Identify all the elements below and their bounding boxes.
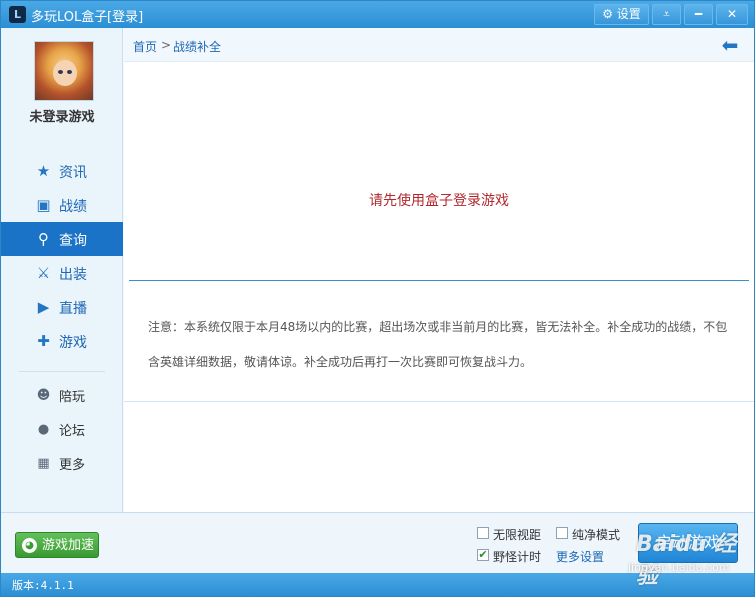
sidebar-item-companion[interactable]: ☻ 陪玩 xyxy=(1,378,123,412)
close-button[interactable]: ✕ xyxy=(716,4,748,25)
settings-label: 设置 xyxy=(616,7,641,21)
avatar-eye xyxy=(58,70,63,74)
app-window: L 多玩LOL盒子 [登录] ⚙ 设置 ⩡ ━ ✕ 未登录游戏 ★ 资讯 ▣ 战… xyxy=(0,0,755,597)
main-panel: 首页 > 战绩补全 ⬅ 请先使用盒子登录游戏 注意：本系统仅限于本月48场以内的… xyxy=(124,28,754,512)
sidebar-item-more[interactable]: ▦ 更多 xyxy=(1,446,123,480)
minimize-icon: ━ xyxy=(694,7,703,21)
sidebar-item-news[interactable]: ★ 资讯 xyxy=(1,154,123,188)
login-prompt: 请先使用盒子登录游戏 xyxy=(369,193,509,209)
sidebar-item-label: 资讯 xyxy=(59,165,87,181)
back-arrow-icon[interactable]: ⬅ xyxy=(720,35,740,55)
breadcrumb: 首页 > 战绩补全 ⬅ xyxy=(124,28,754,62)
breadcrumb-home-link[interactable]: 首页 xyxy=(133,38,157,55)
star-icon: ★ xyxy=(36,162,51,180)
users-icon: ☻ xyxy=(36,388,51,403)
sidebar-item-forum[interactable]: ● 论坛 xyxy=(1,412,123,446)
equipment-icon: ⚔ xyxy=(36,264,51,282)
app-logo-icon: L xyxy=(9,6,26,23)
checkbox-label: 纯净模式 xyxy=(572,528,621,542)
sidebar-item-label: 更多 xyxy=(59,458,86,473)
dropdown-menu-button[interactable]: ⩡ xyxy=(652,4,681,25)
gear-icon: ⚙ xyxy=(602,7,613,21)
bottom-toolbar: ◕ 游戏加速 无限视距 纯净模式 ✔ 野怪计时 更多设置 启动游戏 xyxy=(1,512,754,573)
checkbox-label: 野怪计时 xyxy=(493,550,542,564)
content-divider xyxy=(124,401,754,402)
play-icon: ▶ xyxy=(37,298,50,316)
breadcrumb-current: 战绩补全 xyxy=(173,40,222,54)
search-icon: ⚲ xyxy=(38,230,49,248)
sidebar-item-equipment[interactable]: ⚔ 出装 xyxy=(1,256,123,290)
login-link[interactable]: [登录] xyxy=(107,6,143,25)
sidebar-divider xyxy=(19,371,105,372)
notice-text-line-2: 含英雄详细数据，敬请体谅。补全成功后再打一次比赛即可恢复战斗力。 xyxy=(148,355,533,369)
username-label: 未登录游戏 xyxy=(29,110,95,125)
unlimited-view-checkbox[interactable]: 无限视距 xyxy=(477,526,547,542)
start-game-button[interactable]: 启动游戏 xyxy=(638,523,738,563)
sidebar-item-label: 战绩 xyxy=(59,199,87,215)
content-divider xyxy=(129,280,749,281)
breadcrumb-separator: > xyxy=(161,38,172,52)
sidebar-item-search[interactable]: ⚲ 查询 xyxy=(1,222,123,256)
sidebar-item-live[interactable]: ▶ 直播 xyxy=(1,290,123,324)
record-icon: ▣ xyxy=(36,196,51,214)
jungle-timer-checkbox[interactable]: ✔ 野怪计时 xyxy=(477,548,547,564)
checkbox-box-checked[interactable]: ✔ xyxy=(477,549,489,561)
app-title: 多玩LOL盒子 xyxy=(31,10,108,25)
avatar-eye xyxy=(67,70,72,74)
version-label: 版本:4.1.1 xyxy=(12,579,74,592)
checkbox-label: 无限视距 xyxy=(493,528,542,542)
checkbox-box[interactable] xyxy=(556,527,568,539)
minimize-button[interactable]: ━ xyxy=(684,4,713,25)
avatar[interactable] xyxy=(34,41,94,101)
grid-icon: ▦ xyxy=(37,456,50,471)
checkbox-box[interactable] xyxy=(477,527,489,539)
sidebar-item-label: 陪玩 xyxy=(59,390,86,405)
dropdown-menu-icon: ⩡ xyxy=(663,7,670,21)
clean-mode-checkbox[interactable]: 纯净模式 xyxy=(556,526,626,542)
chat-bubble-icon: ● xyxy=(37,422,50,437)
game-accelerate-label: 游戏加速 xyxy=(42,538,95,553)
gamepad-icon: ✚ xyxy=(37,332,50,350)
avatar-face xyxy=(53,60,77,86)
accelerate-icon: ◕ xyxy=(22,538,37,553)
sidebar-item-label: 直播 xyxy=(59,301,87,317)
close-icon: ✕ xyxy=(726,7,738,21)
notice-text-line-1: 注意：本系统仅限于本月48场以内的比赛，超出场次或非当前月的比赛，皆无法补全。补… xyxy=(148,320,728,334)
sidebar: 未登录游戏 ★ 资讯 ▣ 战绩 ⚲ 查询 ⚔ 出装 ▶ 直播 ✚ 游戏 ☻ 陪玩 xyxy=(1,28,123,512)
sidebar-item-label: 论坛 xyxy=(59,424,86,439)
sidebar-item-record[interactable]: ▣ 战绩 xyxy=(1,188,123,222)
more-settings-link[interactable]: 更多设置 xyxy=(556,548,604,565)
sidebar-item-label: 游戏 xyxy=(59,335,87,351)
game-accelerate-button[interactable]: ◕ 游戏加速 xyxy=(15,532,99,558)
sidebar-item-label: 查询 xyxy=(59,233,87,249)
sidebar-item-games[interactable]: ✚ 游戏 xyxy=(1,324,123,358)
settings-button[interactable]: ⚙ 设置 xyxy=(594,4,649,25)
sidebar-item-label: 出装 xyxy=(59,267,87,283)
title-bar[interactable]: L 多玩LOL盒子 [登录] ⚙ 设置 ⩡ ━ ✕ xyxy=(1,1,754,28)
status-bar: 版本:4.1.1 xyxy=(1,573,754,596)
